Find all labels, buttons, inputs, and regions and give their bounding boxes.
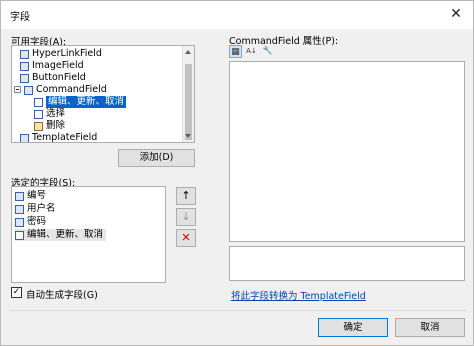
list-item-label: 编号 <box>27 190 47 201</box>
add-button[interactable]: 添加(D) <box>118 149 195 167</box>
list-item[interactable]: 编号 <box>15 190 46 202</box>
tree-item-label: 删除 <box>46 120 66 131</box>
field-icon <box>15 204 24 214</box>
tree-item-label: CommandField <box>36 84 107 95</box>
delete-icon <box>34 121 43 131</box>
tree-item-select[interactable]: 选择 <box>34 108 65 120</box>
scroll-up-icon[interactable] <box>185 50 191 54</box>
title-bar: 字段 ✕ <box>1 1 473 29</box>
tree-item-edit-update-cancel[interactable]: 编辑、更新、取消 <box>34 96 127 108</box>
field-icon <box>15 217 24 227</box>
move-up-button[interactable]: ↑ <box>176 187 196 205</box>
alphabetical-icon[interactable]: A↓ <box>245 45 258 58</box>
command-icon <box>15 230 24 240</box>
tree-item-label: 选择 <box>46 108 66 119</box>
list-item[interactable]: 密码 <box>15 216 46 228</box>
collapse-icon[interactable] <box>14 86 21 93</box>
list-item-label: 编辑、更新、取消 <box>27 229 104 240</box>
tree-item-buttonfield[interactable]: ButtonField <box>20 72 86 84</box>
command-icon <box>34 109 43 119</box>
field-icon <box>24 85 33 95</box>
tree-item-delete[interactable]: 删除 <box>34 120 65 132</box>
property-grid[interactable] <box>229 61 465 242</box>
tree-item-imagefield[interactable]: ImageField <box>20 60 84 72</box>
cancel-button[interactable]: 取消 <box>395 318 465 337</box>
categorized-icon[interactable]: ▦ <box>229 45 242 58</box>
field-icon <box>20 73 29 83</box>
delete-field-button[interactable]: ✕ <box>176 229 196 247</box>
list-item-label: 用户名 <box>27 203 56 214</box>
tree-item-label: ImageField <box>32 60 84 71</box>
tree-item-commandfield[interactable]: CommandField <box>24 84 107 96</box>
field-icon <box>20 61 29 71</box>
field-icon <box>15 191 24 201</box>
convert-to-templatefield-link[interactable]: 将此字段转换为 TemplateField <box>231 288 366 302</box>
scroll-thumb[interactable] <box>185 64 192 140</box>
command-icon <box>34 97 43 107</box>
close-icon[interactable]: ✕ <box>447 5 465 23</box>
selected-fields-list[interactable]: 编号 用户名 密码 编辑、更新、取消 <box>11 186 166 283</box>
list-item-label: 密码 <box>27 216 47 227</box>
properties-toolbar: ▦ A↓ 🔧 <box>229 45 274 59</box>
vertical-scrollbar[interactable] <box>182 46 194 142</box>
fields-dialog: 字段 ✕ 可用字段(A): HyperLinkField ImageField … <box>0 0 474 346</box>
tree-item-hyperlinkfield[interactable]: HyperLinkField <box>20 48 102 60</box>
tree-item-label: HyperLinkField <box>32 48 102 59</box>
list-item[interactable]: 用户名 <box>15 203 56 215</box>
tree-item-label: TemplateField <box>32 132 98 143</box>
autogenerate-checkbox[interactable]: ✓ <box>11 287 22 298</box>
ok-button[interactable]: 确定 <box>318 318 388 337</box>
dialog-title: 字段 <box>10 12 30 23</box>
field-icon <box>20 49 29 59</box>
tree-item-label: ButtonField <box>32 72 86 83</box>
property-description <box>229 246 465 281</box>
available-fields-tree[interactable]: HyperLinkField ImageField ButtonField Co… <box>11 45 195 143</box>
move-down-button[interactable]: ↓ <box>176 208 196 226</box>
divider <box>9 310 467 311</box>
tree-item-templatefield[interactable]: TemplateField <box>20 132 98 143</box>
tree-item-label: 编辑、更新、取消 <box>46 96 127 108</box>
field-icon <box>20 133 29 142</box>
scroll-down-icon[interactable] <box>185 134 191 138</box>
property-pages-icon[interactable]: 🔧 <box>261 45 274 58</box>
autogenerate-label: 自动生成字段(G) <box>26 290 98 301</box>
list-item[interactable]: 编辑、更新、取消 <box>15 229 107 241</box>
